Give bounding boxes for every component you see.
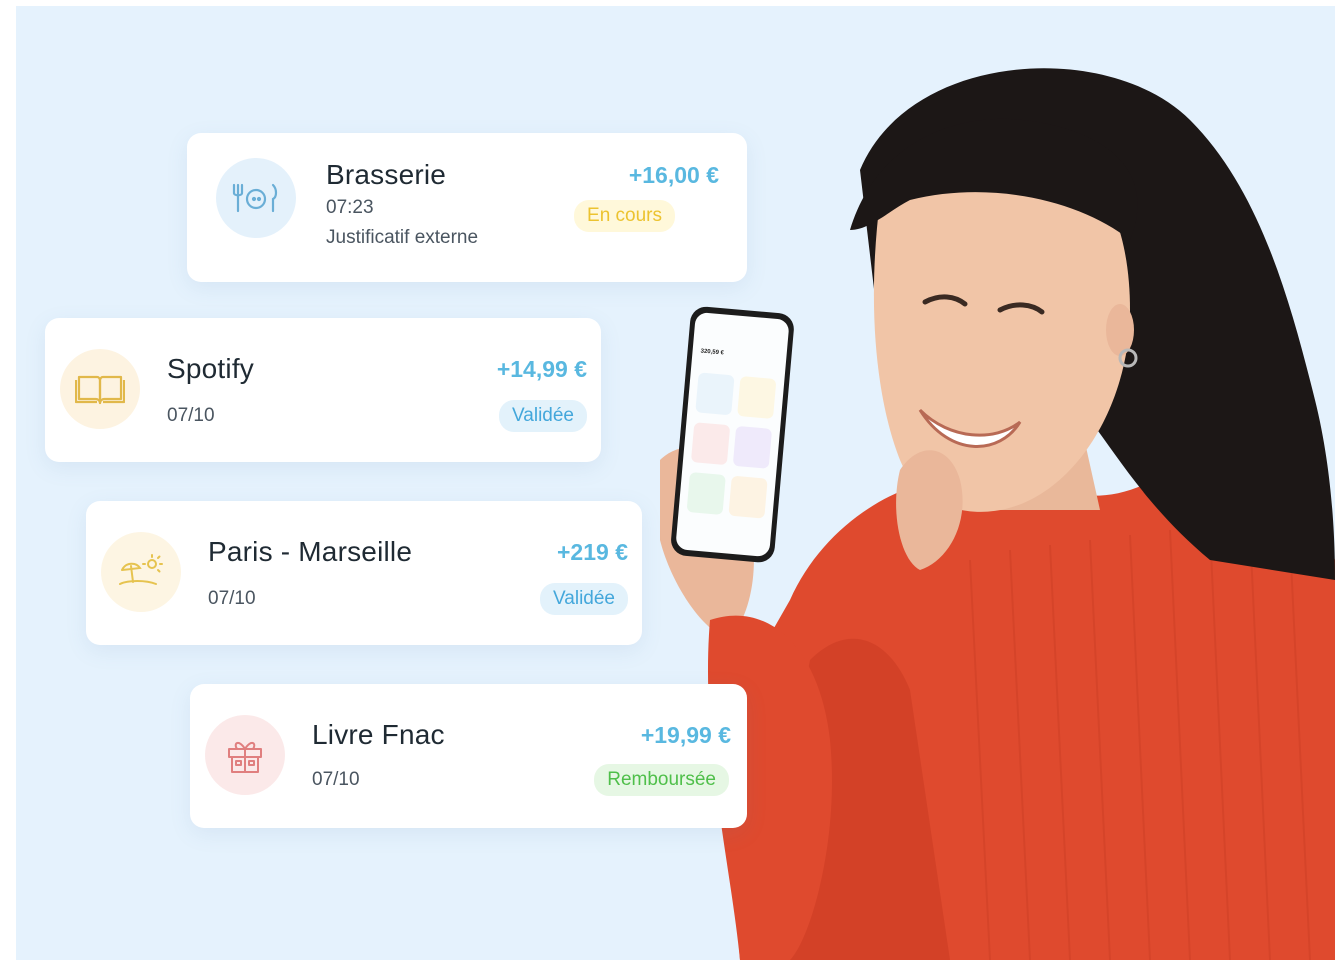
transaction-title: Brasserie [326, 159, 447, 190]
phone-tile [728, 475, 768, 519]
phone: 320,59 € [669, 305, 806, 574]
transaction-card-paris-marseille[interactable]: Paris - Marseille 07/10 +219 € Validée [86, 501, 642, 645]
transaction-amount: +219 € [557, 539, 628, 565]
transaction-amount: +16,00 € [628, 162, 719, 188]
transaction-date: 07/10 [167, 405, 215, 426]
phone-balance: 320,59 € [700, 348, 725, 357]
phone-tile [690, 422, 731, 466]
status-badge: Validée [540, 583, 628, 615]
book-icon-circle [60, 349, 140, 429]
restaurant-icon [232, 183, 278, 213]
transaction-note: Justificatif externe [326, 227, 479, 248]
beach-icon-circle [101, 532, 181, 612]
phone-tile [686, 471, 726, 515]
transaction-card-livre-fnac[interactable]: Livre Fnac 07/10 +19,99 € Remboursée [190, 684, 747, 828]
transaction-date: 07/10 [312, 769, 360, 790]
transaction-title: Paris - Marseille [208, 536, 413, 567]
transaction-title: Livre Fnac [312, 719, 445, 750]
gift-icon-circle [205, 715, 285, 795]
phone-tile [695, 372, 735, 416]
beach-icon [119, 554, 163, 585]
transaction-date: 07:23 [326, 197, 374, 218]
transaction-amount: +19,99 € [640, 722, 731, 748]
phone-screen: 320,59 € [675, 311, 790, 558]
status-badge: Remboursée [594, 764, 729, 796]
phone-tile [732, 425, 773, 469]
status-badge: En cours [574, 200, 675, 232]
restaurant-icon-circle [216, 158, 296, 238]
transaction-amount: +14,99 € [496, 356, 587, 382]
transaction-card-spotify[interactable]: Spotify 07/10 +14,99 € Validée [45, 318, 601, 462]
status-badge: Validée [499, 400, 587, 432]
transaction-date: 07/10 [208, 588, 256, 609]
gift-icon [228, 742, 262, 773]
phone-tile [737, 376, 777, 420]
transaction-title: Spotify [167, 353, 254, 384]
transaction-card-brasserie[interactable]: Brasserie 07:23 Justificatif externe +16… [187, 133, 747, 282]
book-icon [75, 375, 125, 405]
